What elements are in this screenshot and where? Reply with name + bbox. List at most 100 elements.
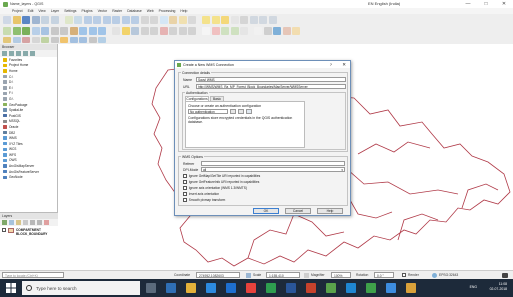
new-project-icon[interactable] [3, 15, 11, 24]
add-postgis-icon[interactable] [41, 26, 49, 35]
bookmark-icon[interactable] [169, 15, 177, 24]
ignore-axis-orientation-checkbox[interactable]: Ignore axis orientation (WMS 1.3/WMTS) [183, 186, 247, 190]
zoom-full-icon[interactable] [112, 15, 120, 24]
menu-help[interactable]: Help [180, 9, 187, 13]
smooth-pixmap-checkbox[interactable]: Smooth pixmap transform [183, 198, 225, 202]
add-raster-layer-icon[interactable] [22, 26, 30, 35]
run-feature-action-icon[interactable] [211, 15, 220, 24]
layer-item[interactable]: COMPARTMENT BLOCK_BOUNDARY [0, 226, 58, 238]
add-wms-icon[interactable] [79, 26, 87, 35]
paste-features-icon[interactable] [188, 26, 196, 35]
render-checkbox[interactable] [402, 273, 406, 277]
change-label-icon[interactable] [240, 26, 248, 35]
grass-icon[interactable] [60, 37, 68, 43]
highlight-pin-icon[interactable] [211, 26, 220, 35]
crs-label[interactable]: EPSG:32643 [439, 272, 458, 278]
file-explorer-icon[interactable] [186, 283, 196, 293]
dialog-close-button[interactable]: ✕ [342, 62, 346, 68]
folder-taskbar-icon[interactable] [406, 283, 416, 293]
language-indicator[interactable]: EN English (India) [368, 1, 400, 6]
georeferencer-icon[interactable] [50, 37, 59, 43]
add-selected-layers-icon[interactable] [2, 51, 7, 56]
zoom-rescale-icon[interactable] [102, 15, 111, 24]
powerpoint-icon[interactable] [306, 283, 316, 293]
save-project-icon[interactable] [22, 15, 30, 24]
vertex-tool-icon[interactable] [150, 26, 158, 35]
layout-icon[interactable] [292, 26, 300, 35]
measure-icon[interactable] [249, 15, 258, 24]
menu-database[interactable]: Database [127, 9, 142, 13]
menu-layer[interactable]: Layer [51, 9, 59, 13]
coordinate-field[interactable]: 274952,1082603 [196, 272, 240, 278]
ignore-getmap-checkbox[interactable]: Ignore GetMap/GetTile URI reported in ca… [183, 174, 260, 178]
minimize-button[interactable]: — [460, 0, 476, 8]
manage-map-themes-icon[interactable] [16, 220, 21, 225]
zoom-last-icon[interactable] [140, 15, 149, 24]
collapse-all-layers-icon[interactable] [37, 220, 42, 225]
zoom-out-icon[interactable] [93, 15, 101, 24]
add-group-icon[interactable] [9, 220, 14, 225]
save-edits-icon[interactable] [131, 26, 139, 35]
dialog-help-icon[interactable]: ? [330, 62, 332, 67]
messages-icon[interactable] [502, 272, 508, 278]
zoom-in-icon[interactable] [83, 15, 92, 24]
menu-view[interactable]: View [38, 9, 45, 13]
pan-to-selection-icon[interactable] [74, 15, 82, 24]
ok-button[interactable]: OK [253, 208, 279, 214]
filter-legend-icon[interactable] [23, 220, 28, 225]
name-input[interactable]: Sauvl WMS [196, 77, 346, 82]
menu-vector[interactable]: Vector [98, 9, 108, 13]
current-edits-icon[interactable] [112, 26, 120, 35]
expand-all-icon[interactable] [30, 220, 35, 225]
graphical-modeler-icon[interactable] [12, 37, 21, 43]
save-as-icon[interactable] [31, 15, 40, 24]
menu-edit[interactable]: Edit [28, 9, 34, 13]
scale-field[interactable]: 1:155,410 [266, 272, 300, 278]
enable-properties-icon[interactable] [30, 51, 35, 56]
dpi-mode-select[interactable]: all ▾ [201, 167, 345, 172]
zoom-selection-icon[interactable] [121, 15, 130, 24]
auth-edit-button[interactable] [230, 109, 236, 114]
store-icon[interactable] [206, 283, 216, 293]
menu-project[interactable]: Project [12, 9, 23, 13]
refresh-icon[interactable] [188, 15, 196, 24]
gis-taskbar-icon[interactable] [366, 283, 376, 293]
taskbar-search-box[interactable]: Type here to search [22, 281, 140, 295]
select-features-icon[interactable] [221, 15, 229, 24]
zoom-next-icon[interactable] [150, 15, 158, 24]
system-tray[interactable]: ENG 11:08 02-07-2018 [470, 282, 507, 292]
remove-layer-icon[interactable] [44, 220, 49, 225]
menu-settings[interactable]: Settings [64, 9, 76, 13]
auth-add-button[interactable] [238, 109, 244, 114]
crs-globe-icon[interactable] [432, 272, 437, 278]
add-mssql-icon[interactable] [50, 26, 59, 35]
close-window-button[interactable]: ✕ [496, 0, 512, 8]
task-view-icon[interactable] [146, 283, 156, 293]
zoom-layer-icon[interactable] [131, 15, 139, 24]
layer-visibility-checkbox[interactable] [2, 228, 6, 232]
auth-config-select[interactable]: No authentication [188, 109, 228, 114]
python-console-icon[interactable] [254, 26, 262, 35]
qgis-taskbar-icon[interactable] [326, 283, 336, 293]
word-icon[interactable] [286, 283, 296, 293]
excel-icon[interactable] [266, 283, 276, 293]
processing-toolbox-icon[interactable] [3, 37, 11, 43]
pin-icon[interactable] [282, 26, 291, 35]
menu-processing[interactable]: Processing [159, 9, 176, 13]
text-annotation-icon[interactable] [268, 15, 277, 24]
identify-icon[interactable] [202, 15, 210, 24]
cancel-button[interactable]: Cancel [285, 208, 311, 214]
delete-selected-icon[interactable] [159, 26, 168, 35]
metasearch-icon[interactable] [79, 37, 87, 43]
menu-plugins[interactable]: Plugins [81, 9, 92, 13]
add-oracle-icon[interactable] [69, 26, 78, 35]
add-spatialite-icon[interactable] [31, 26, 40, 35]
results-viewer-icon[interactable] [31, 37, 40, 43]
move-label-icon[interactable] [221, 26, 229, 35]
new-print-layout-icon[interactable] [41, 15, 49, 24]
copy-features-icon[interactable] [178, 26, 187, 35]
cut-features-icon[interactable] [169, 26, 177, 35]
open-styling-icon[interactable] [2, 220, 7, 225]
open-project-icon[interactable] [12, 15, 21, 24]
locator-search-input[interactable]: Type to locate (Ctrl+K) [2, 272, 64, 278]
